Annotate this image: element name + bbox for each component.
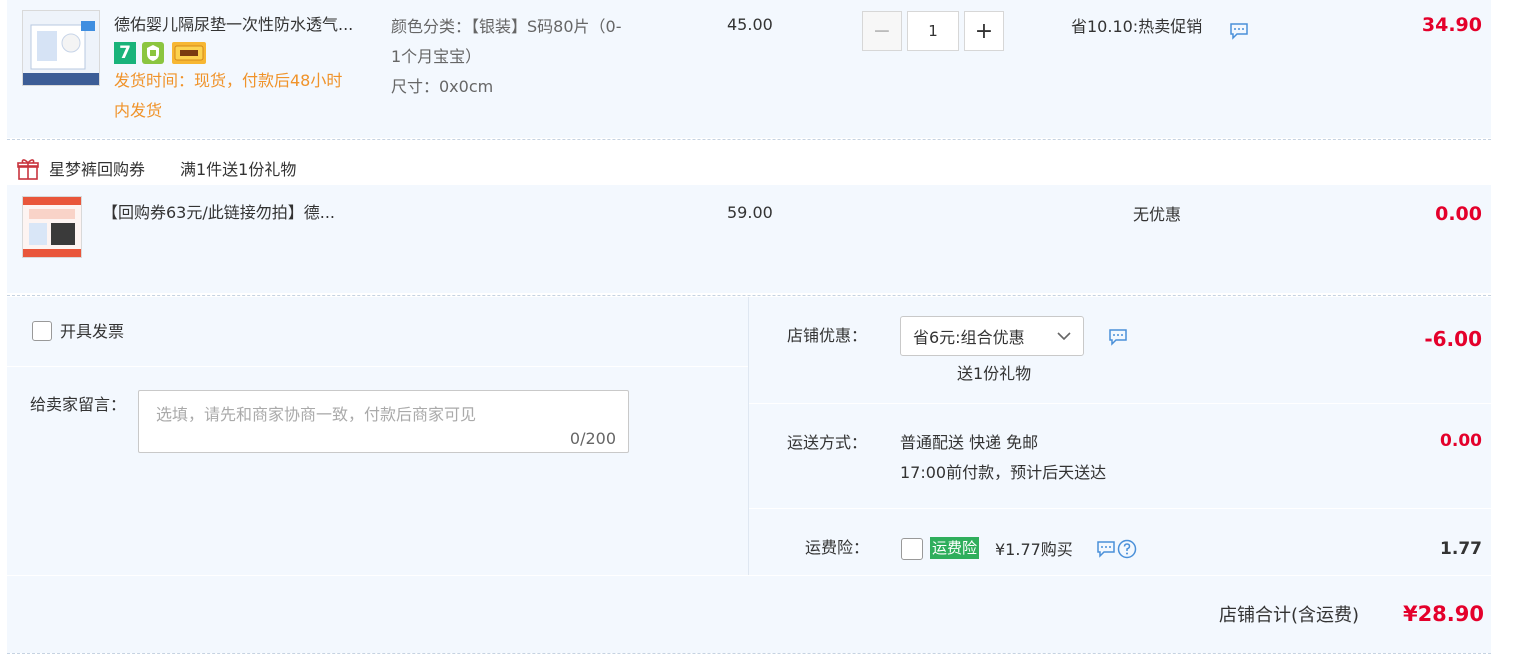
- invoice-checkbox[interactable]: [32, 321, 52, 341]
- chat-icon[interactable]: [1096, 540, 1116, 562]
- invoice-label[interactable]: 开具发票: [60, 321, 124, 343]
- order-options-panel: [7, 297, 1491, 653]
- chat-icon[interactable]: [1108, 328, 1128, 350]
- item2-subtotal: 0.00: [1435, 203, 1482, 225]
- item2-price: 59.00: [727, 203, 773, 222]
- shop-discount-note: 送1份礼物: [957, 364, 1032, 383]
- product-thumbnail-2[interactable]: [22, 196, 82, 258]
- insurance-price[interactable]: ¥1.77购买: [995, 539, 1073, 561]
- help-icon[interactable]: [1117, 539, 1137, 563]
- row-divider: [749, 508, 1491, 509]
- shop-discount-label: 店铺优惠：: [787, 326, 868, 345]
- quantity-decrease-button[interactable]: −: [862, 11, 902, 51]
- gift-rule: 满1件送1份礼物: [180, 160, 297, 179]
- column-divider: [748, 297, 749, 575]
- insurance-label: 运费险：: [805, 538, 870, 557]
- insurance-badge: 运费险: [930, 537, 980, 559]
- quantity-increase-button[interactable]: +: [964, 11, 1004, 51]
- total-amount: ¥28.90: [1402, 602, 1484, 626]
- item1-price: 45.00: [727, 15, 773, 34]
- row-divider: [749, 403, 1491, 404]
- insurance-amount: 1.77: [1440, 539, 1482, 559]
- item2-title[interactable]: 【回购券63元/此链接勿拍】德...: [102, 202, 335, 224]
- chat-icon[interactable]: [1229, 22, 1249, 44]
- delivery-time-cont: 内发货: [114, 101, 163, 120]
- shop-discount-amount: -6.00: [1424, 327, 1482, 351]
- product-thumbnail[interactable]: [22, 10, 100, 86]
- item1-promo: 省10.10:热卖促销: [1071, 17, 1203, 36]
- divider: [7, 295, 1491, 296]
- shipping-eta: 17:00前付款，预计后天送达: [900, 463, 1107, 482]
- shipping-method: 普通配送 快递 免邮: [900, 433, 1039, 452]
- message-placeholder: 选填，请先和商家协商一致，付款后商家可见: [156, 405, 477, 424]
- divider: [7, 139, 1491, 140]
- insurance-checkbox[interactable]: [901, 538, 923, 560]
- message-counter: 0/200: [569, 429, 616, 448]
- gift-name: 星梦裤回购券: [49, 160, 146, 179]
- item2-promo: 无优惠: [1133, 205, 1182, 224]
- row-divider: [7, 366, 748, 367]
- row-divider: [7, 575, 1491, 576]
- total-label: 店铺合计(含运费): [1219, 605, 1360, 626]
- delivery-time: 发货时间：现货，付款后48小时: [114, 71, 343, 90]
- shop-discount-selected: 省6元:组合优惠: [913, 328, 1025, 347]
- sku-color-cont: 1个月宝宝）: [391, 47, 482, 66]
- shop-discount-select[interactable]: 省6元:组合优惠: [900, 316, 1084, 356]
- message-label: 给卖家留言：: [30, 395, 127, 414]
- sku-size: 尺寸：0x0cm: [391, 77, 494, 96]
- gift-icon: [16, 157, 40, 185]
- sku-color: 颜色分类：【银装】S码80片（0-: [391, 17, 622, 36]
- card-icon: [172, 42, 206, 64]
- divider: [7, 653, 1491, 654]
- order-shop-block: 德佑婴儿隔尿垫一次性防水透气... 7 发货时间：现货，付款后48小时 内发货 …: [0, 0, 1517, 662]
- message-textarea[interactable]: 选填，请先和商家协商一致，付款后商家可见 0/200: [138, 390, 629, 453]
- shipping-amount: 0.00: [1440, 431, 1482, 451]
- shipping-label: 运送方式：: [787, 433, 868, 452]
- item1-subtotal: 34.90: [1421, 14, 1482, 36]
- quantity-input[interactable]: 1: [907, 11, 959, 51]
- chevron-down-icon: [1055, 327, 1073, 349]
- item1-title[interactable]: 德佑婴儿隔尿垫一次性防水透气...: [114, 14, 353, 36]
- tmall-7-icon: 7: [114, 42, 136, 64]
- shield-icon: [142, 42, 164, 64]
